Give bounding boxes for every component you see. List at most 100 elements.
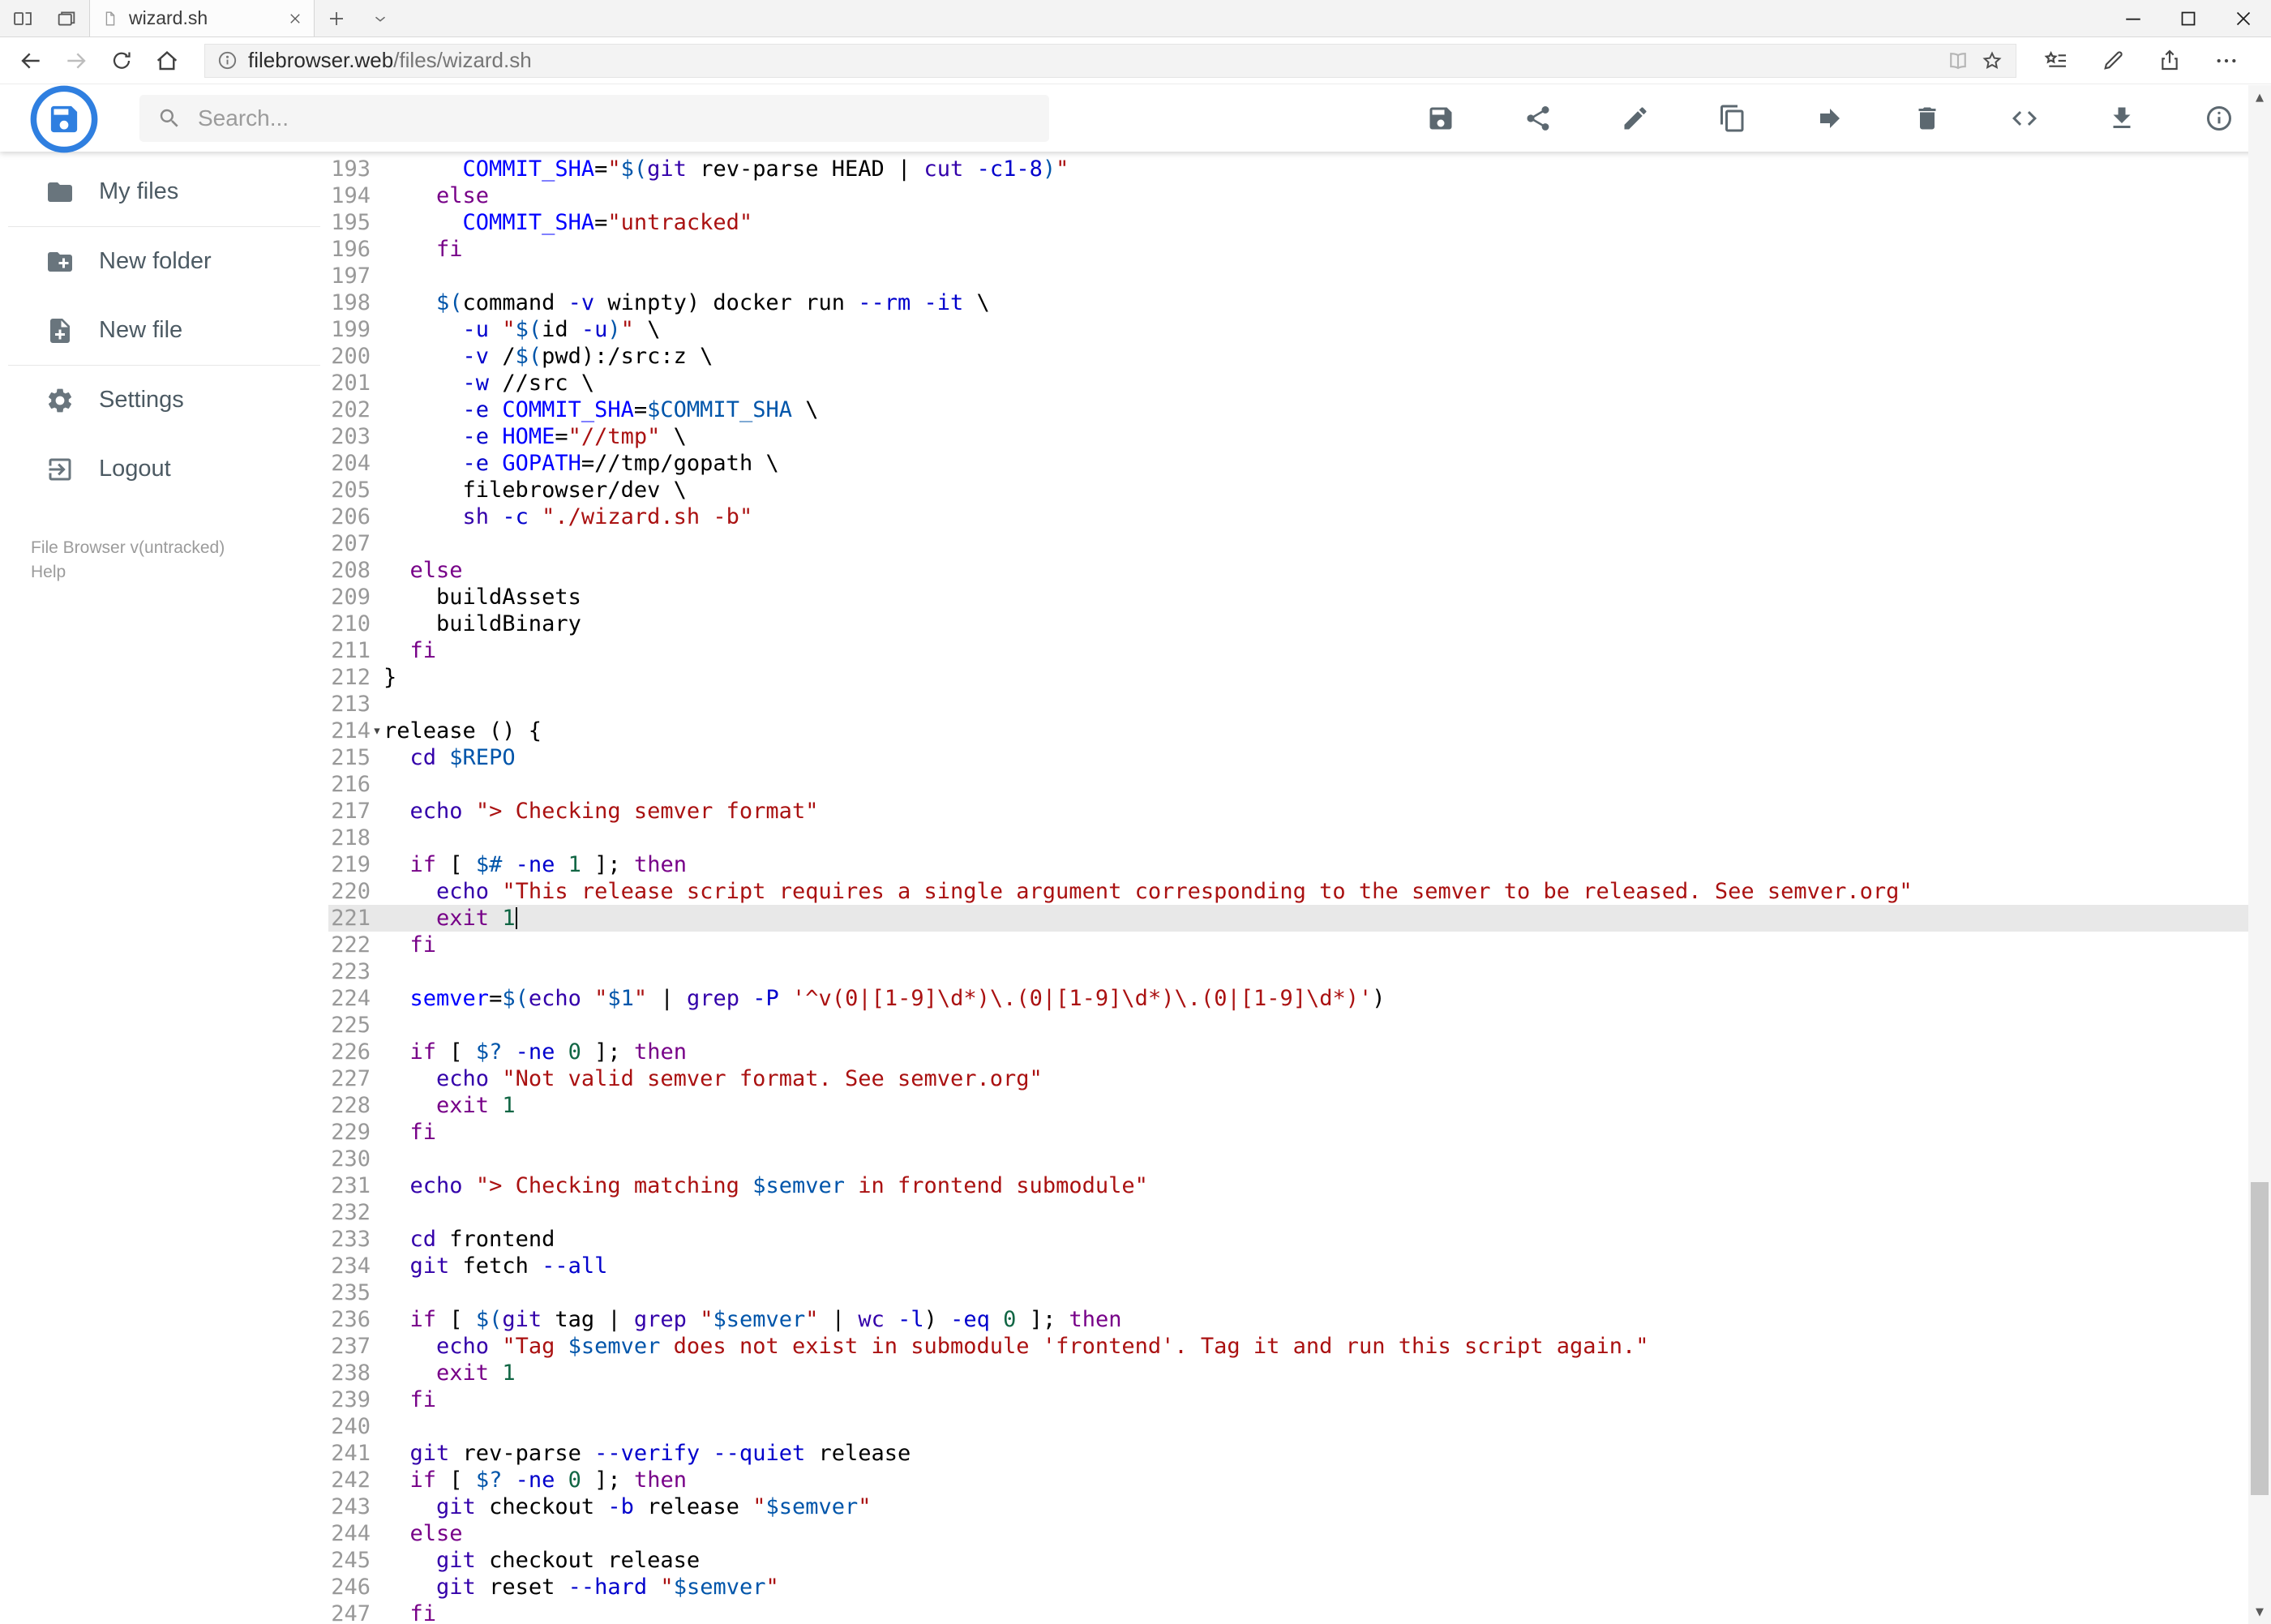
code-line[interactable]: 212} [328,664,2271,691]
code-line[interactable]: 193 COMMIT_SHA="$(git rev-parse HEAD | c… [328,156,2271,182]
info-button[interactable] [2205,104,2234,133]
move-button[interactable] [1815,104,1845,133]
search-input[interactable] [198,105,1031,131]
code-line[interactable]: 218 [328,825,2271,851]
home-button[interactable] [144,48,190,74]
code-line[interactable]: 205 filebrowser/dev \ [328,477,2271,503]
code-line[interactable]: 246 git reset --hard "$semver" [328,1574,2271,1600]
code-line[interactable]: 219 if [ $# -ne 1 ]; then [328,851,2271,878]
code-line[interactable]: 232 [328,1199,2271,1226]
code-line[interactable]: 207 [328,530,2271,557]
code-line[interactable]: 225 [328,1012,2271,1039]
maximize-button[interactable] [2161,0,2216,36]
browser-tab[interactable]: wizard.sh [89,0,315,36]
tabs-set-aside-button[interactable] [55,7,78,30]
set-tabs-aside-button[interactable] [11,7,34,30]
help-link[interactable]: Help [31,560,328,585]
copy-button[interactable] [1718,104,1747,133]
tab-close-button[interactable] [288,11,302,26]
code-line[interactable]: 231 echo "> Checking matching $semver in… [328,1172,2271,1199]
code-line[interactable]: 197 [328,263,2271,289]
scroll-down-button[interactable]: ▼ [2248,1600,2271,1624]
favorite-star-button[interactable] [1980,49,2004,73]
code-line[interactable]: 203 -e HOME="//tmp" \ [328,423,2271,450]
code-editor[interactable]: 193 COMMIT_SHA="$(git rev-parse HEAD | c… [328,152,2271,1624]
code-line[interactable]: 226 if [ $? -ne 0 ]; then [328,1039,2271,1065]
code-line[interactable]: 233 cd frontend [328,1226,2271,1253]
code-line[interactable]: 238 exit 1 [328,1360,2271,1386]
minimize-button[interactable] [2106,0,2161,36]
code-line[interactable]: 240 [328,1413,2271,1440]
sidebar-item-logout[interactable]: Logout [0,435,328,503]
sidebar-item-settings[interactable]: Settings [0,366,328,435]
code-line[interactable]: 239 fi [328,1386,2271,1413]
code-line[interactable]: 201 -w //src \ [328,370,2271,396]
code-line[interactable]: 229 fi [328,1119,2271,1146]
page-scrollbar[interactable]: ▲ ▼ [2248,85,2271,1624]
web-notes-button[interactable] [2088,48,2138,74]
download-button[interactable] [2107,104,2136,133]
share-button[interactable] [2145,48,2195,74]
code-line[interactable]: 228 exit 1 [328,1092,2271,1119]
search-box[interactable] [139,94,1049,142]
code-line[interactable]: 241 git rev-parse --verify --quiet relea… [328,1440,2271,1467]
scrollbar-thumb[interactable] [2251,1182,2269,1496]
code-line[interactable]: 210 buildBinary [328,611,2271,637]
reading-view-button[interactable] [1946,49,1970,73]
code-line[interactable]: 247 fi [328,1600,2271,1624]
sidebar-item-new-file[interactable]: New file [0,296,328,365]
code-line[interactable]: 206 sh -c "./wizard.sh -b" [328,503,2271,530]
code-line[interactable]: 213 [328,691,2271,718]
code-line[interactable]: 234 git fetch --all [328,1253,2271,1279]
scroll-up-button[interactable]: ▲ [2248,85,2271,109]
fold-marker-icon[interactable]: ▾ [371,718,383,744]
code-line[interactable]: 200 -v /$(pwd):/src:z \ [328,343,2271,370]
code-line[interactable]: 196 fi [328,236,2271,263]
forward-button[interactable] [54,48,99,74]
code-line[interactable]: 244 else [328,1520,2271,1547]
new-tab-button[interactable] [315,0,358,36]
code-line[interactable]: 227 echo "Not valid semver format. See s… [328,1065,2271,1092]
refresh-button[interactable] [99,49,144,73]
code-line[interactable]: 202 -e COMMIT_SHA=$COMMIT_SHA \ [328,396,2271,423]
back-button[interactable] [8,48,54,74]
code-line[interactable]: 215 cd $REPO [328,744,2271,771]
hub-button[interactable] [2031,48,2081,74]
window-close-button[interactable] [2216,0,2271,36]
code-line[interactable]: 245 git checkout release [328,1547,2271,1574]
code-line[interactable]: 237 echo "Tag $semver does not exist in … [328,1333,2271,1360]
code-line[interactable]: 194 else [328,182,2271,209]
code-line[interactable]: 198 $(command -v winpty) docker run --rm… [328,289,2271,316]
code-line[interactable]: 208 else [328,557,2271,584]
sidebar-item-my-files[interactable]: My files [0,157,328,226]
scrollbar-track[interactable] [2248,109,2271,1600]
code-line[interactable]: 195 COMMIT_SHA="untracked" [328,209,2271,236]
code-line[interactable]: 242 if [ $? -ne 0 ]; then [328,1467,2271,1493]
code-line[interactable]: 220 echo "This release script requires a… [328,878,2271,905]
code-line[interactable]: 236 if [ $(git tag | grep "$semver" | wc… [328,1306,2271,1333]
save-button[interactable] [1426,104,1455,133]
share-file-button[interactable] [1523,104,1553,133]
code-line[interactable]: 230 [328,1146,2271,1172]
code-line[interactable]: 222 fi [328,932,2271,958]
more-options-button[interactable] [2201,48,2252,74]
code-line[interactable]: 216 [328,771,2271,798]
rename-button[interactable] [1621,104,1650,133]
code-line[interactable]: 211 fi [328,637,2271,664]
code-line[interactable]: 221 exit 1 [328,905,2271,932]
code-line[interactable]: 199 -u "$(id -u)" \ [328,316,2271,343]
address-bar[interactable]: filebrowser.web/files/wizard.sh [204,43,2016,78]
tab-preview-toggle-button[interactable] [358,0,402,36]
code-line[interactable]: 214 ▾ release () { [328,718,2271,744]
code-line[interactable]: 223 [328,958,2271,985]
site-info-icon[interactable] [216,49,238,71]
code-line[interactable]: 217 echo "> Checking semver format" [328,798,2271,825]
sidebar-item-new-folder[interactable]: New folder [0,227,328,296]
delete-button[interactable] [1913,104,1942,133]
code-line[interactable]: 243 git checkout -b release "$semver" [328,1493,2271,1520]
raw-code-button[interactable] [2010,104,2039,133]
code-line[interactable]: 235 [328,1279,2271,1306]
code-line[interactable]: 224 semver=$(echo "$1" | grep -P '^v(0|[… [328,985,2271,1012]
code-line[interactable]: 209 buildAssets [328,584,2271,611]
code-line[interactable]: 204 -e GOPATH=//tmp/gopath \ [328,450,2271,477]
